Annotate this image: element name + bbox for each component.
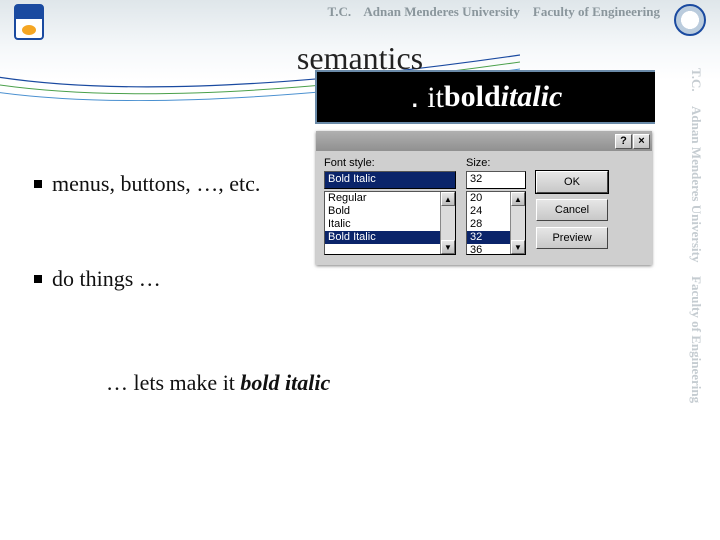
bullet-2-text: do things … xyxy=(52,265,161,294)
list-item[interactable]: Bold Italic xyxy=(325,231,440,244)
close-button[interactable]: × xyxy=(633,134,650,149)
font-style-column: Font style: Bold Italic Regular Bold Ita… xyxy=(324,157,456,255)
strip-bold: bold xyxy=(444,80,501,114)
font-style-listbox[interactable]: Regular Bold Italic Bold Italic ▲ ▼ xyxy=(324,191,456,255)
header-faculty: Faculty of Engineering xyxy=(533,4,660,19)
list-item[interactable]: 32 xyxy=(467,231,510,244)
preview-button[interactable]: Preview xyxy=(536,227,608,249)
font-style-input[interactable]: Bold Italic xyxy=(324,171,456,189)
scroll-down-icon[interactable]: ▼ xyxy=(441,240,455,254)
side-tc: T.C. xyxy=(688,68,704,92)
tagline-prefix: … lets make it xyxy=(106,370,240,395)
university-crest-icon xyxy=(14,4,44,40)
list-item[interactable]: 36 xyxy=(467,244,510,255)
sample-text-strip: ․ it bold italic xyxy=(315,70,655,124)
side-university: Adnan Menderes University xyxy=(688,106,704,262)
list-item[interactable]: 20 xyxy=(467,192,510,205)
scrollbar[interactable]: ▲ ▼ xyxy=(510,192,525,254)
faculty-seal-icon xyxy=(674,4,706,36)
header-text: T.C. Adnan Menderes University Faculty o… xyxy=(328,4,661,20)
size-label: Size: xyxy=(466,157,526,169)
ok-button[interactable]: OK xyxy=(536,171,608,193)
strip-bolditalic: italic xyxy=(501,80,563,114)
strip-lead: ․ it xyxy=(410,80,444,115)
side-faculty: Faculty of Engineering xyxy=(688,276,704,403)
help-button[interactable]: ? xyxy=(615,134,632,149)
scrollbar[interactable]: ▲ ▼ xyxy=(440,192,455,254)
tagline: … lets make it bold italic xyxy=(106,370,330,396)
side-watermark: T.C. Adnan Menderes University Faculty o… xyxy=(676,68,716,518)
font-style-label: Font style: xyxy=(324,157,456,169)
scroll-down-icon[interactable]: ▼ xyxy=(511,240,525,254)
size-listbox[interactable]: 20 24 28 32 36 ▲ ▼ xyxy=(466,191,526,255)
list-item[interactable]: 28 xyxy=(467,218,510,231)
size-items: 20 24 28 32 36 xyxy=(467,192,510,254)
list-item[interactable]: Regular xyxy=(325,192,440,205)
header-university: Adnan Menderes University xyxy=(363,4,519,19)
list-item[interactable]: 24 xyxy=(467,205,510,218)
bullet-square-icon xyxy=(34,275,42,283)
header-tc: T.C. xyxy=(328,4,352,19)
size-column: Size: 32 20 24 28 32 36 ▲ ▼ xyxy=(466,157,526,255)
list-item[interactable]: Italic xyxy=(325,218,440,231)
size-input[interactable]: 32 xyxy=(466,171,526,189)
list-item[interactable]: Bold xyxy=(325,205,440,218)
bullet-1: menus, buttons, …, etc. xyxy=(34,170,294,199)
scroll-up-icon[interactable]: ▲ xyxy=(511,192,525,206)
font-dialog: ? × Font style: Bold Italic Regular Bold… xyxy=(316,131,652,265)
bullet-1-text: menus, buttons, …, etc. xyxy=(52,170,260,199)
dialog-buttons: OK Cancel Preview xyxy=(536,157,608,255)
font-style-items: Regular Bold Italic Bold Italic xyxy=(325,192,440,254)
dialog-body: Font style: Bold Italic Regular Bold Ita… xyxy=(316,151,652,265)
bullet-2: do things … xyxy=(34,265,294,294)
cancel-button[interactable]: Cancel xyxy=(536,199,608,221)
dialog-titlebar[interactable]: ? × xyxy=(316,131,652,151)
tagline-bolditalic: bold italic xyxy=(240,370,330,395)
bullet-square-icon xyxy=(34,180,42,188)
scroll-up-icon[interactable]: ▲ xyxy=(441,192,455,206)
